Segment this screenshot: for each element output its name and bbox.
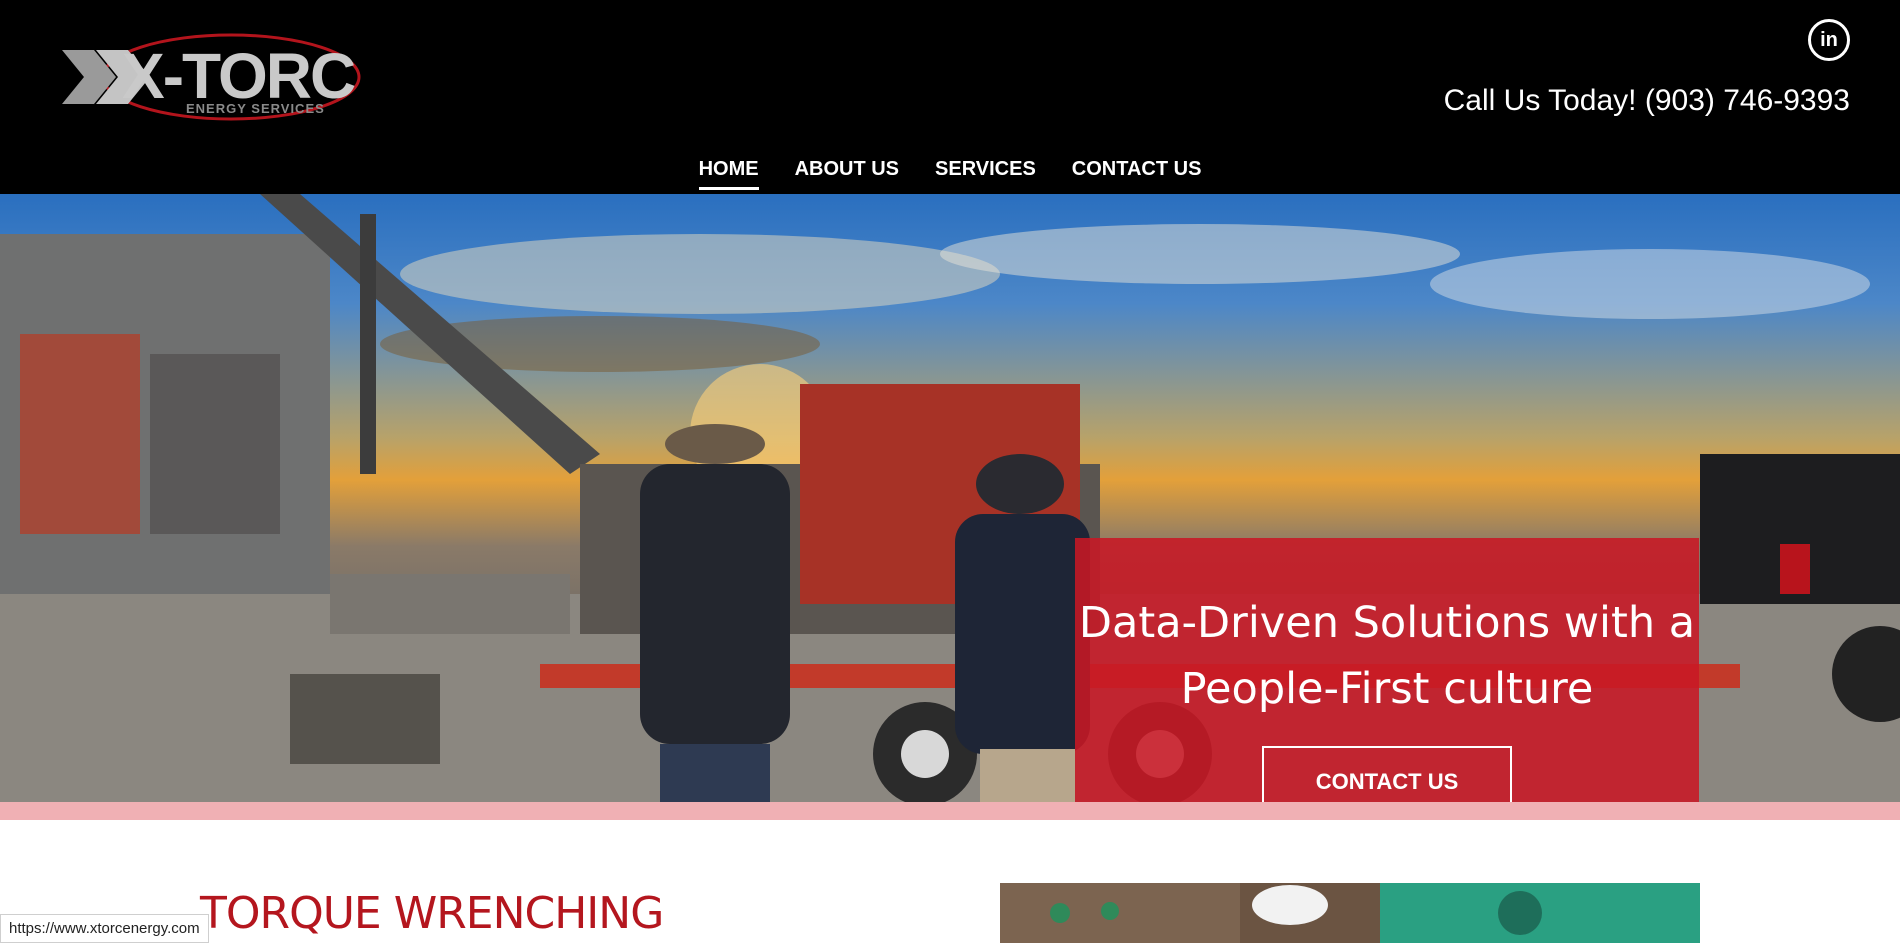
- site-header: X-TORC ENERGY SERVICES in Call Us Today!…: [0, 0, 1900, 194]
- nav-contact-us[interactable]: CONTACT US: [1072, 158, 1202, 190]
- nav-home[interactable]: HOME: [698, 158, 759, 190]
- divider-band: [0, 802, 1900, 820]
- nav-about-us[interactable]: ABOUT US: [795, 158, 899, 190]
- browser-status-url: https://www.xtorcenergy.com: [0, 914, 209, 943]
- linkedin-icon[interactable]: in: [1808, 19, 1850, 61]
- main-nav: HOME ABOUT US SERVICES CONTACT US: [0, 158, 1900, 190]
- x-torc-logo[interactable]: X-TORC ENERGY SERVICES: [56, 22, 366, 132]
- hero-headline: Data-Driven Solutions with a People-Firs…: [1075, 590, 1699, 722]
- phone-callout: Call Us Today! (903) 746-9393: [1443, 84, 1850, 117]
- hero-banner: Data-Driven Solutions with a People-Firs…: [0, 194, 1900, 802]
- logo-subtitle: ENERGY SERVICES: [186, 101, 325, 116]
- section-title-torque-wrenching: TORQUE WRENCHING: [200, 888, 664, 939]
- linkedin-label: in: [1820, 28, 1838, 51]
- hero-headline-line1: Data-Driven Solutions with a: [1078, 598, 1696, 648]
- hero-headline-line2: People-First culture: [1180, 664, 1594, 714]
- hero-contact-button[interactable]: CONTACT US: [1262, 746, 1512, 802]
- torque-wrenching-photo: [1000, 883, 1700, 943]
- hero-callout: Data-Driven Solutions with a People-Firs…: [1075, 538, 1699, 802]
- nav-services[interactable]: SERVICES: [935, 158, 1036, 190]
